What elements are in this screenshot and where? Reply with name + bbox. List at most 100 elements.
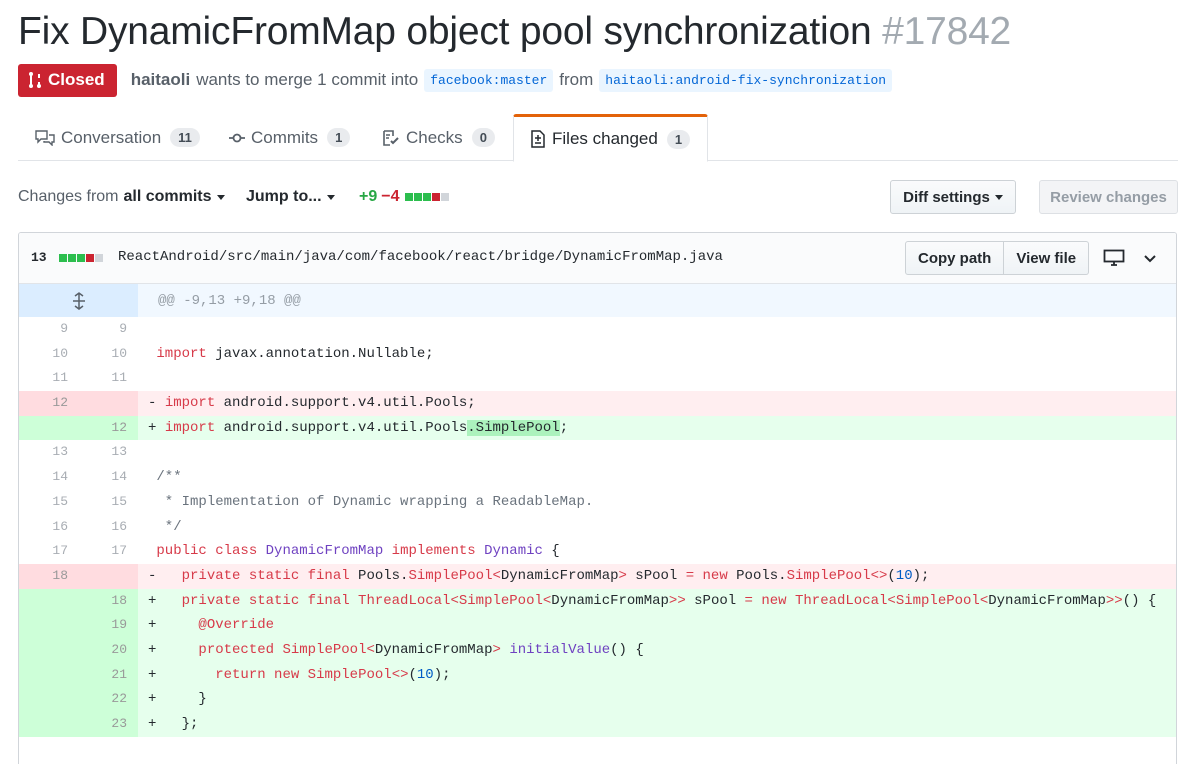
old-line-number[interactable]: 13 [19, 440, 79, 466]
code-token: DynamicFromMap [551, 592, 669, 609]
diff-line: 15 15 * Implementation of Dynamic wrappin… [19, 489, 1176, 515]
diff-table: @@ -9,13 +9,18 @@ 9 9 10 10 import javax.an… [19, 284, 1176, 737]
new-line-number[interactable]: 22 [79, 687, 138, 712]
code-line: + protected SimplePool<DynamicFromMap> i… [138, 638, 1176, 663]
old-line-number[interactable]: 16 [19, 514, 79, 540]
code-token: sPool [685, 592, 745, 609]
code-line: + private static final ThreadLocal<Simpl… [138, 589, 1176, 614]
base-branch[interactable]: facebook:master [424, 68, 554, 92]
new-line-number[interactable] [79, 563, 138, 589]
diff-line: 19 + @Override [19, 613, 1176, 638]
new-line-number[interactable]: 18 [79, 588, 138, 614]
new-line-number[interactable]: 16 [79, 514, 138, 540]
file-path[interactable]: ReactAndroid/src/main/java/com/facebook/… [118, 249, 723, 265]
old-line-number[interactable]: 18 [19, 563, 79, 589]
code-token-k: SimplePool [307, 666, 392, 683]
new-line-number[interactable]: 21 [79, 662, 138, 688]
code-token-k: new [274, 666, 300, 683]
head-branch[interactable]: haitaoli:android-fix-synchronization [599, 68, 893, 92]
code-token-k: < [450, 592, 459, 609]
diffstat-block-add [59, 254, 67, 262]
view-file-button[interactable]: View file [1004, 241, 1090, 275]
chevron-down-icon[interactable] [1143, 250, 1157, 266]
old-line-number[interactable]: 12 [19, 391, 79, 416]
code-token-t: DynamicFromMap [265, 543, 384, 560]
code-token-k: protected [198, 641, 275, 658]
diff-line: 20 + protected SimplePool<DynamicFromMap>… [19, 637, 1176, 663]
code-token-k: < [492, 567, 501, 584]
new-line-number[interactable]: 14 [79, 465, 138, 490]
code-token-c: */ [156, 518, 182, 535]
tab-commits[interactable]: Commits 1 [229, 114, 351, 161]
git-commit-icon [229, 133, 245, 142]
new-line-number[interactable]: 10 [79, 341, 138, 367]
new-line-number[interactable]: 12 [79, 415, 138, 441]
jump-to-dropdown[interactable]: Jump to... [246, 180, 335, 214]
new-line-number[interactable]: 15 [79, 489, 138, 515]
new-line-number[interactable]: 11 [79, 366, 138, 392]
old-line-number[interactable]: 14 [19, 465, 79, 490]
old-line-number[interactable]: 9 [19, 317, 79, 342]
old-line-number[interactable] [19, 662, 79, 688]
file-actions: Copy path View file [905, 241, 1090, 275]
old-line-number[interactable] [19, 712, 79, 737]
copy-path-button[interactable]: Copy path [905, 241, 1005, 275]
old-line-number[interactable] [19, 613, 79, 638]
old-line-number[interactable]: 10 [19, 341, 79, 367]
code-token-k: @Override [198, 617, 275, 634]
old-line-number[interactable] [19, 637, 79, 663]
tab-conversation[interactable]: Conversation 11 [35, 114, 200, 161]
code-token: DynamicFromMap [374, 641, 493, 658]
code-token-k: <> [391, 666, 409, 683]
code-token: + [148, 666, 216, 683]
diff-line: 17 17 public class DynamicFromMap impleme… [19, 539, 1176, 564]
tab-counter: 1 [327, 128, 351, 147]
new-line-number[interactable]: 20 [79, 637, 138, 663]
old-line-number[interactable] [19, 415, 79, 441]
expand-icon[interactable] [19, 284, 138, 317]
diff-settings-button[interactable]: Diff settings [890, 180, 1016, 214]
diff-line: 11 11 [19, 366, 1176, 392]
code-token-k: = [744, 592, 753, 609]
file-diff: 13 ReactAndroid/src/main/java/com/facebo… [18, 232, 1177, 764]
old-line-number[interactable]: 17 [19, 539, 79, 564]
new-line-number[interactable]: 23 [79, 712, 138, 737]
review-changes-button[interactable]: Review changes [1039, 180, 1178, 214]
new-line-number[interactable]: 19 [79, 613, 138, 638]
diffstat-bar [404, 193, 449, 201]
code-token: + [148, 617, 199, 634]
old-line-number[interactable] [19, 588, 79, 614]
pr-title: Fix DynamicFromMap object pool synchroni… [18, 10, 1011, 54]
code-token-k: SimplePool [282, 641, 367, 658]
diff-line: 18- private static final Pools.SimplePoo… [19, 563, 1176, 589]
file-diffstat [59, 254, 103, 262]
code-token: + }; [148, 716, 199, 732]
old-line-number[interactable]: 11 [19, 366, 79, 392]
code-line: + @Override [138, 613, 1176, 638]
old-line-number[interactable]: 15 [19, 489, 79, 515]
from-text: from [559, 70, 594, 89]
pr-meta: Closed haitaoli wants to merge 1 commit … [18, 63, 893, 97]
diffstat-block-add [68, 254, 76, 262]
code-token-k: private static final [181, 567, 350, 584]
new-line-number[interactable]: 9 [79, 317, 138, 342]
new-line-number[interactable]: 17 [79, 539, 138, 564]
code-line: + } [138, 687, 1176, 712]
old-line-number[interactable] [19, 687, 79, 712]
author-link[interactable]: haitaoli [131, 70, 191, 90]
tab-files-changed[interactable]: Files changed 1 [513, 114, 709, 162]
code-token: - [148, 567, 182, 584]
new-line-number[interactable]: 13 [79, 440, 138, 466]
review-changes-label: Review changes [1050, 188, 1167, 206]
additions-count: +9 [359, 188, 378, 205]
changes-from-dropdown[interactable]: Changes from all commits [18, 180, 225, 214]
hunk-header: @@ -9,13 +9,18 @@ [158, 292, 301, 309]
new-line-number[interactable] [79, 391, 138, 416]
code-line: public class DynamicFromMap implements D… [138, 539, 1176, 564]
tab-checks[interactable]: Checks 0 [382, 114, 495, 161]
display-rich-diff-icon[interactable] [1103, 249, 1125, 267]
code-token: Pools. [727, 567, 787, 584]
